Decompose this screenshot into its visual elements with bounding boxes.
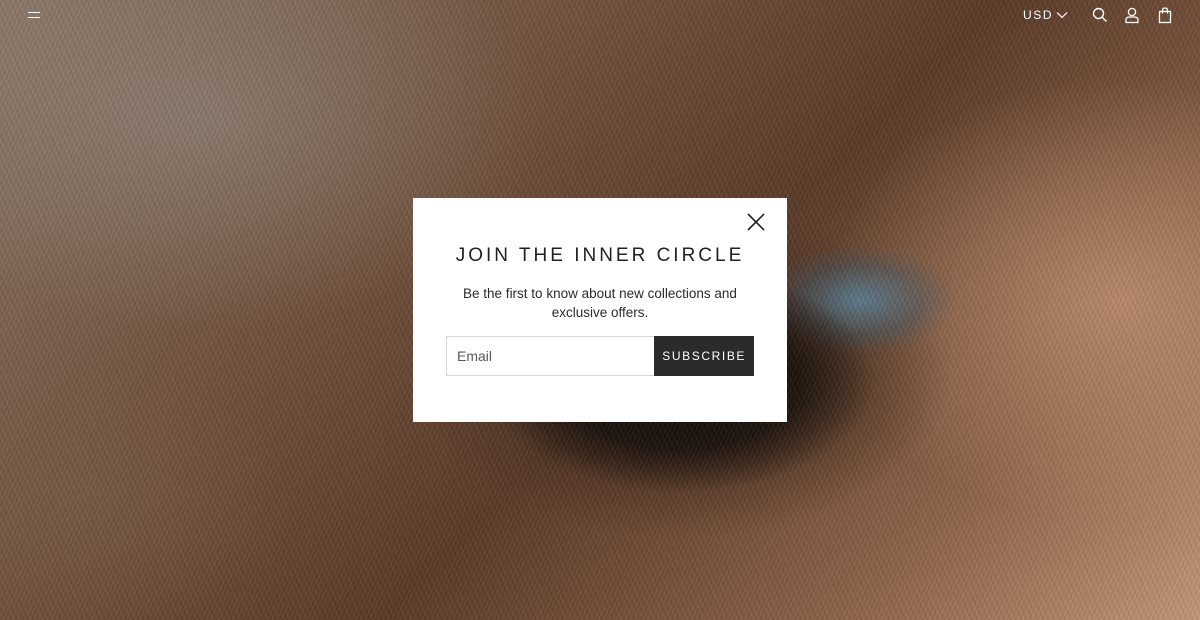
popup-subtitle: Be the first to know about new collectio… [463,286,737,320]
shopping-bag-icon[interactable] [1156,6,1174,24]
popup-title: JOIN THE INNER CIRCLE [455,245,745,266]
search-icon[interactable] [1091,6,1109,24]
email-field[interactable] [446,336,655,376]
page: USD JOIN THE INNER CIRCLE Be the first t… [0,0,1200,620]
chevron-down-icon [1056,12,1068,19]
currency-label: USD [1023,8,1054,22]
newsletter-form: SUBSCRIBE [446,336,754,376]
close-icon[interactable] [746,212,766,232]
hamburger-menu-icon[interactable] [28,9,42,21]
user-icon[interactable] [1123,6,1141,24]
site-header: USD [0,0,1200,30]
menu-line [28,12,40,14]
subscribe-button[interactable]: SUBSCRIBE [654,336,754,376]
menu-line [28,17,40,19]
newsletter-popup: JOIN THE INNER CIRCLE Be the first to kn… [413,198,787,422]
currency-selector[interactable]: USD [1023,8,1068,22]
